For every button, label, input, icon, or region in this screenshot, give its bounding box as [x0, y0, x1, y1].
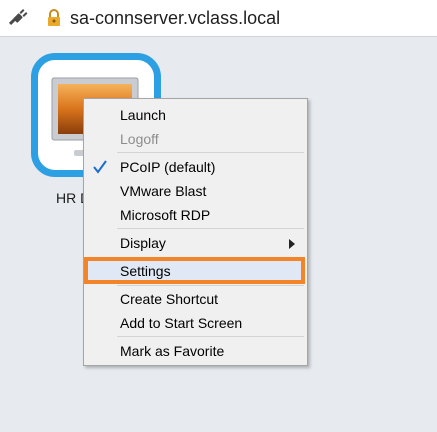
menu-item-pcoip[interactable]: PCoIP (default): [120, 158, 215, 176]
menu-item-add-to-start-screen[interactable]: Add to Start Screen: [120, 314, 242, 332]
menu-item-display[interactable]: Display: [120, 234, 166, 252]
check-icon: [93, 160, 107, 174]
menu-item-settings[interactable]: Settings: [120, 262, 171, 280]
menu-item-create-shortcut[interactable]: Create Shortcut: [120, 290, 218, 308]
lock-icon: [48, 9, 60, 26]
menu-separator: [117, 152, 304, 153]
server-name: sa-connserver.vclass.local: [70, 8, 281, 28]
plug-icon[interactable]: [6, 6, 30, 30]
context-menu: Launch Logoff PCoIP (default) VMware Bla…: [83, 98, 308, 366]
menu-item-microsoft-rdp[interactable]: Microsoft RDP: [120, 206, 210, 224]
horizon-client-window: sa-connserver.vclass.local HR D Launch L…: [0, 0, 437, 432]
chevron-right-icon: [289, 239, 295, 249]
menu-separator: [117, 336, 304, 337]
menu-item-launch[interactable]: Launch: [120, 106, 166, 124]
menu-separator: [117, 285, 304, 286]
menu-item-vmware-blast[interactable]: VMware Blast: [120, 182, 206, 200]
connection-bar: sa-connserver.vclass.local: [0, 0, 437, 37]
settings-highlight: [84, 257, 305, 284]
menu-item-logoff: Logoff: [120, 131, 159, 147]
menu-item-mark-as-favorite[interactable]: Mark as Favorite: [120, 342, 224, 360]
menu-separator: [117, 228, 304, 229]
